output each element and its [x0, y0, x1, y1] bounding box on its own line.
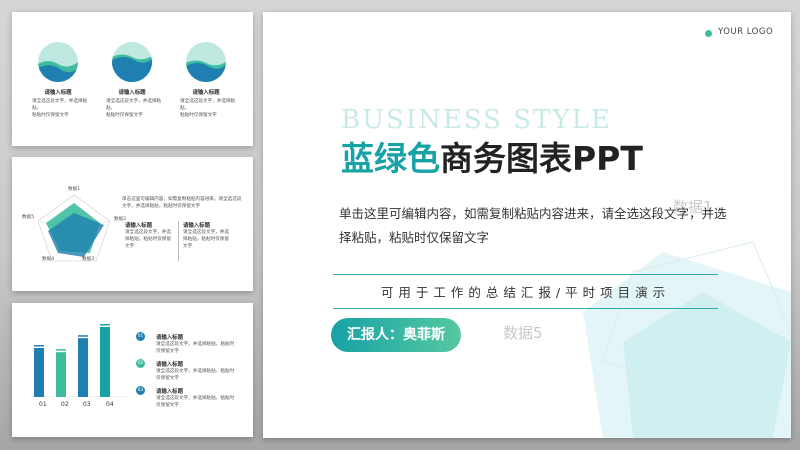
- divider-bottom: [333, 308, 718, 309]
- radar-label: 数据1: [68, 187, 81, 192]
- ghost-data-label: 数据5: [503, 324, 543, 342]
- block-description: 请全选这段文字，并选 择粘贴，粘贴时仅保留 文字: [125, 230, 171, 249]
- title-rest: 商务图表PPT: [440, 139, 643, 178]
- list-item-title: 请输入标题: [156, 389, 183, 395]
- radar-label: 数据4: [42, 257, 55, 262]
- item-title: 请输入标题: [44, 90, 72, 96]
- list-number-badge: 01: [136, 332, 145, 341]
- slide-subtitle: 可用于工作的总结汇报/平时项目演示: [380, 285, 671, 300]
- item-description: 请全选这段文字，并选择粘贴， 粘贴时仅保留文字: [106, 99, 162, 118]
- list-item-description: 请全选这段文字，并选择粘贴，粘贴时 仅保留文字: [156, 369, 235, 381]
- item-description: 请全选这段文字，并选择粘贴， 粘贴时仅保留文字: [180, 99, 236, 118]
- wave-circle-icon: [38, 42, 78, 82]
- block-title: 请输入标题: [125, 223, 152, 229]
- slide-thumbnail-2[interactable]: 数据1 数据2 数据3 数据4 数据5 单击这里可编辑内容，如需复制粘贴内容进来…: [12, 157, 253, 291]
- slide-thumbnail-3[interactable]: 01 02 03 04 01 请输入标题 请全选这段文字，并选择粘贴，粘贴时 仅…: [12, 303, 253, 437]
- slide-title: 蓝绿色商务图表PPT: [341, 132, 643, 180]
- logo-dot-icon: [705, 30, 712, 37]
- bar-cap: [56, 349, 66, 351]
- bar-01: [34, 348, 44, 397]
- bar-category-label: 03: [83, 401, 91, 408]
- bar-category-label: 01: [39, 401, 47, 408]
- list-number-badge: 03: [136, 386, 145, 395]
- radar-label: 数据5: [22, 215, 35, 220]
- intro-text: 单击这里可编辑内容，如需复制粘贴内容进来，请全选这段 文字，并选择粘贴，粘贴时仅…: [122, 197, 242, 209]
- list-item-description: 请全选这段文字，并选择粘贴，粘贴时 仅保留文字: [156, 342, 235, 354]
- reporter-badge: 汇报人：奥菲斯: [331, 318, 461, 352]
- item-title: 请输入标题: [192, 90, 220, 96]
- wave-circle-icon: [112, 42, 152, 82]
- bar-cap: [78, 335, 88, 337]
- bar-02: [56, 352, 66, 397]
- wave-circle-icon: [186, 42, 226, 82]
- list-item-description: 请全选这段文字，并选择粘贴，粘贴时 仅保留文字: [156, 396, 235, 408]
- background-watermark-text: BUSINESS STYLE: [341, 105, 612, 135]
- bar-category-label: 02: [61, 401, 69, 408]
- body-text: 单击这里可编辑内容，如需复制粘贴内容进来，请全选这段文字，并选择粘贴，粘贴时仅保…: [339, 206, 727, 245]
- item-title: 请输入标题: [118, 90, 146, 96]
- block-title: 请输入标题: [183, 223, 210, 229]
- bar-03: [78, 338, 88, 397]
- bar-category-label: 04: [106, 401, 114, 408]
- bar-chart: [30, 324, 130, 397]
- decorative-pentagon-shapes: [583, 241, 791, 438]
- bar-cap: [34, 345, 44, 347]
- block-description: 请全选这段文字，并选 择粘贴，粘贴时仅保留 文字: [183, 230, 229, 249]
- list-number-badge: 02: [136, 359, 145, 368]
- divider-top: [333, 274, 718, 275]
- item-description: 请全选这段文字，并选择粘贴， 粘贴时仅保留文字: [32, 99, 88, 118]
- logo: YOUR LOGO: [718, 27, 774, 37]
- list-item-title: 请输入标题: [156, 335, 183, 341]
- main-slide[interactable]: YOUR LOGO BUSINESS STYLE 蓝绿色商务图表PPT 数据1 …: [263, 12, 791, 438]
- divider: [178, 221, 179, 261]
- bar-04: [100, 327, 110, 397]
- bar-cap: [100, 324, 110, 326]
- title-accent: 蓝绿色: [341, 139, 440, 178]
- radar-label: 数据3: [82, 257, 95, 262]
- slide-thumbnail-1[interactable]: 请输入标题 请输入标题 请输入标题 请全选这段文字，并选择粘贴， 粘贴时仅保留文…: [12, 12, 253, 146]
- list-item-title: 请输入标题: [156, 362, 183, 368]
- radar-chart: [37, 194, 111, 262]
